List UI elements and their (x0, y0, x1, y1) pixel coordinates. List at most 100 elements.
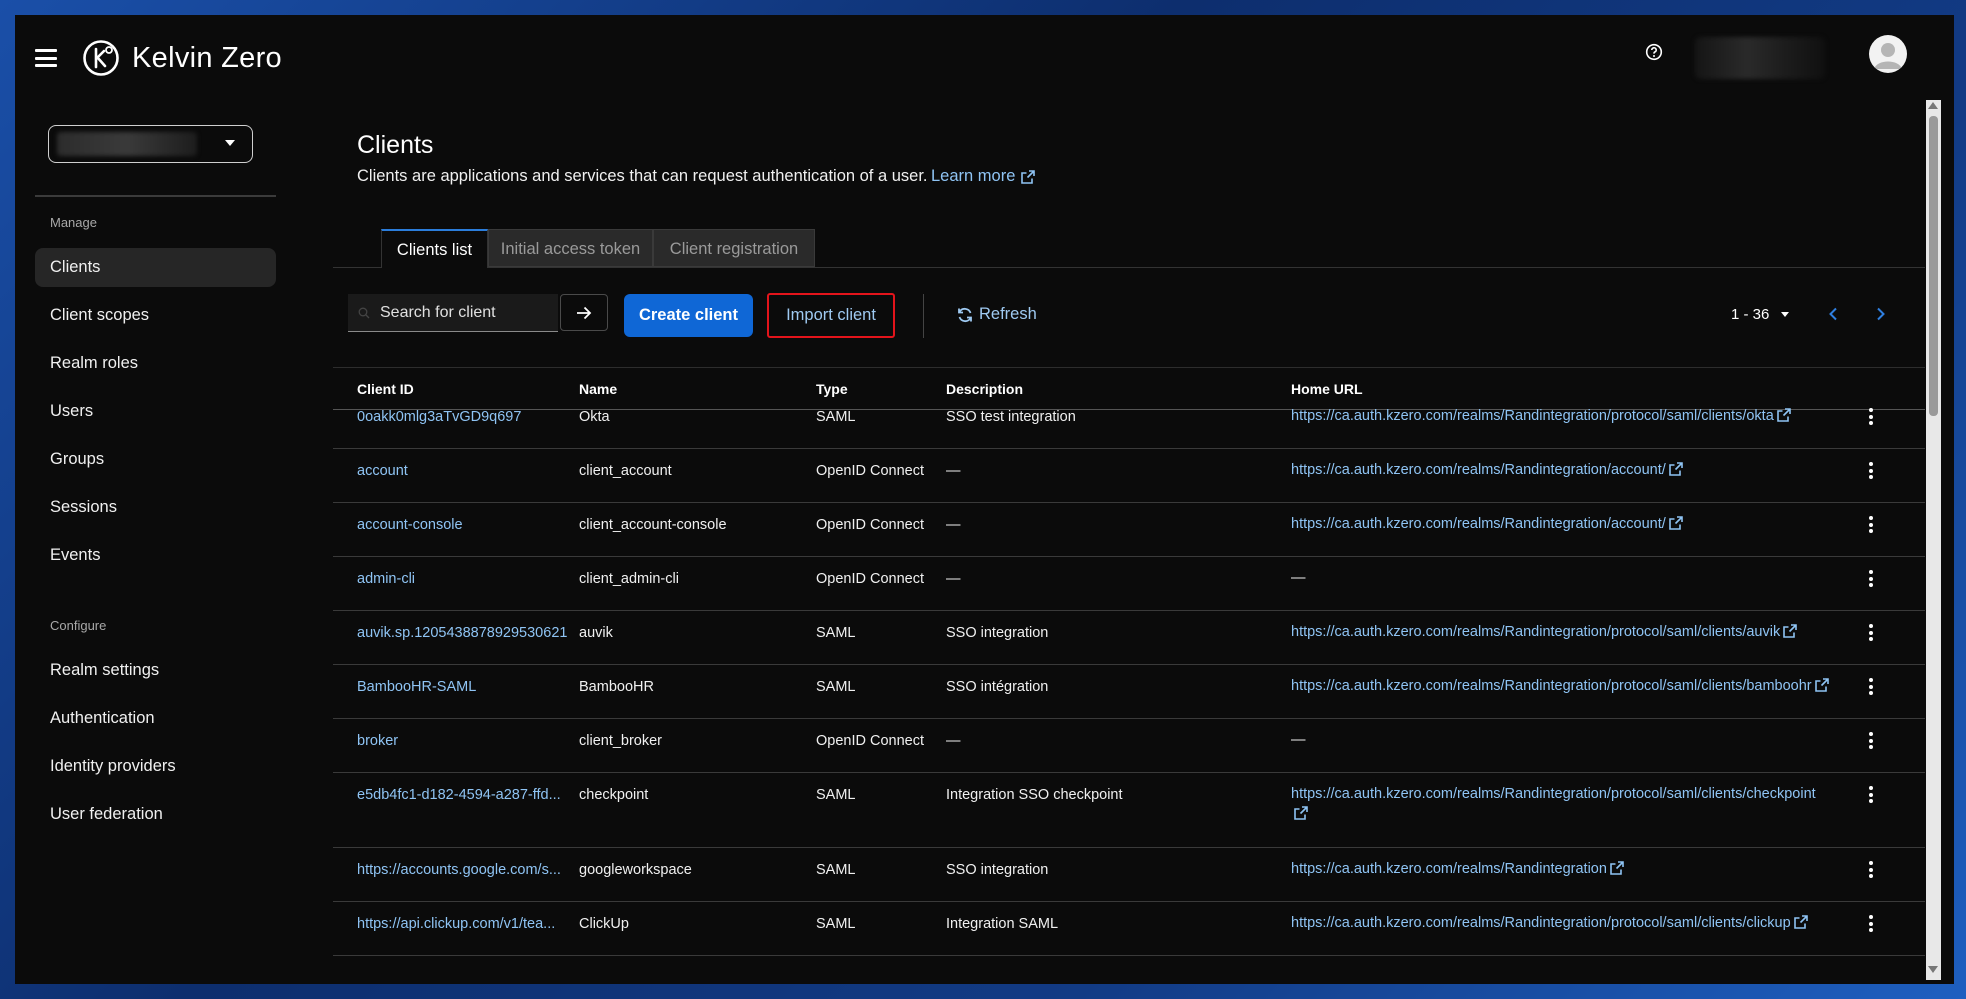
row-actions-kebab-icon[interactable] (1864, 786, 1878, 806)
sidebar-item-groups[interactable]: Groups (35, 440, 276, 479)
refresh-button[interactable]: Refresh (957, 305, 1037, 324)
row-actions-kebab-icon[interactable] (1864, 624, 1878, 644)
client-type: SAML (816, 625, 856, 641)
tab-initial-access-token[interactable]: Initial access token (488, 229, 653, 267)
row-actions-kebab-icon[interactable] (1864, 678, 1878, 698)
external-link-icon (1668, 462, 1683, 476)
pagination-dropdown[interactable]: 1 - 36 (1731, 306, 1790, 323)
table-top-border (333, 367, 1925, 368)
kelvin-zero-logo-icon (83, 40, 119, 76)
tab-clients-list[interactable]: Clients list (381, 229, 488, 268)
home-url-link[interactable]: https://ca.auth.kzero.com/realms/Randint… (1291, 676, 1831, 696)
help-icon[interactable] (1645, 43, 1663, 61)
client-name: client_account (579, 463, 672, 479)
scroll-down-arrow-icon[interactable] (1928, 966, 1938, 973)
sidebar-item-sessions[interactable]: Sessions (35, 488, 276, 527)
home-url-link[interactable]: https://ca.auth.kzero.com/realms/Randint… (1291, 406, 1831, 426)
menu-icon[interactable] (35, 49, 57, 67)
client-id-link[interactable]: e5db4fc1-d182-4594-a287-ffd... (357, 787, 561, 803)
client-type: OpenID Connect (816, 463, 925, 479)
home-url-link[interactable]: https://ca.auth.kzero.com/realms/Randint… (1291, 784, 1831, 824)
top-header: Kelvin Zero (15, 15, 1954, 105)
sidebar-item-identity-providers[interactable]: Identity providers (35, 747, 276, 786)
sidebar-item-realm-roles[interactable]: Realm roles (35, 344, 276, 383)
learn-more-link[interactable]: Learn more (931, 167, 1036, 186)
realm-selector[interactable] (48, 125, 253, 163)
home-url-text: https://ca.auth.kzero.com/realms/Randint… (1291, 786, 1816, 802)
client-id-link[interactable]: account (357, 463, 408, 479)
home-url-link[interactable]: https://ca.auth.kzero.com/realms/Randint… (1291, 622, 1831, 642)
avatar[interactable] (1869, 35, 1907, 73)
sidebar-item-user-federation[interactable]: User federation (35, 795, 276, 834)
home-url-text: https://ca.auth.kzero.com/realms/Randint… (1291, 462, 1666, 478)
external-link-icon (1668, 516, 1683, 530)
client-id-link[interactable]: admin-cli (357, 571, 415, 587)
realm-name-redacted (57, 132, 197, 156)
client-description: SSO test integration (946, 409, 1076, 425)
external-link-icon (1294, 806, 1308, 820)
row-actions-kebab-icon[interactable] (1864, 915, 1878, 935)
client-description: SSO integration (946, 625, 1049, 641)
client-name: checkpoint (579, 787, 649, 803)
row-actions-kebab-icon[interactable] (1864, 462, 1878, 482)
client-type: SAML (816, 409, 856, 425)
home-url-link[interactable]: https://ca.auth.kzero.com/realms/Randint… (1291, 460, 1831, 480)
home-url-text: https://ca.auth.kzero.com/realms/Randint… (1291, 408, 1774, 424)
row-actions-kebab-icon[interactable] (1864, 861, 1878, 881)
client-description: — (946, 571, 961, 587)
pagination-range: 1 - 36 (1731, 306, 1770, 323)
external-link-icon (1776, 408, 1791, 422)
external-link-icon (1793, 915, 1808, 929)
sidebar-item-authentication[interactable]: Authentication (35, 699, 276, 738)
home-url-link[interactable]: https://ca.auth.kzero.com/realms/Randint… (1291, 859, 1831, 879)
sidebar-item-realm-settings[interactable]: Realm settings (35, 651, 276, 690)
sidebar-item-clients[interactable]: Clients (35, 248, 276, 287)
client-name: client_account-console (579, 517, 727, 533)
app-logo[interactable]: Kelvin Zero (82, 39, 282, 77)
previous-page-button[interactable] (1828, 305, 1838, 326)
row-actions-kebab-icon[interactable] (1864, 408, 1878, 428)
client-id-link[interactable]: account-console (357, 517, 463, 533)
scroll-up-arrow-icon[interactable] (1928, 102, 1938, 109)
home-url-text: — (1291, 570, 1306, 586)
client-type: SAML (816, 862, 856, 878)
scrollbar-thumb[interactable] (1929, 116, 1938, 416)
row-actions-kebab-icon[interactable] (1864, 570, 1878, 590)
home-url-text: — (1291, 732, 1306, 748)
refresh-icon (958, 307, 972, 322)
table-row: BambooHR-SAML BambooHR SAML SSO intégration… (333, 665, 1925, 719)
home-url-link: — (1291, 730, 1831, 750)
home-url-link[interactable]: https://ca.auth.kzero.com/realms/Randint… (1291, 913, 1831, 933)
search-submit-button[interactable] (560, 294, 608, 331)
client-id-link[interactable]: 0oakk0mlg3aTvGD9q697 (357, 409, 521, 425)
client-id-link[interactable]: https://accounts.google.com/s... (357, 862, 561, 878)
app-name: Kelvin Zero (132, 41, 282, 74)
sidebar-item-users[interactable]: Users (35, 392, 276, 431)
next-page-button[interactable] (1876, 305, 1886, 326)
client-id-link[interactable]: auvik.sp.1205438878929530621 (357, 625, 567, 641)
tab-client-registration[interactable]: Client registration (653, 229, 815, 267)
page-description: Clients are applications and services th… (357, 167, 928, 185)
client-id-link[interactable]: BambooHR-SAML (357, 679, 476, 695)
import-client-button[interactable]: Import client (767, 293, 895, 338)
user-menu-toggle[interactable] (1695, 37, 1825, 79)
sidebar-section-manage: Manage (50, 215, 97, 230)
table-row: broker client_broker OpenID Connect — — (333, 719, 1925, 773)
client-name: ClickUp (579, 916, 629, 932)
create-client-button[interactable]: Create client (624, 294, 753, 337)
sidebar-item-client-scopes[interactable]: Client scopes (35, 296, 276, 335)
row-actions-kebab-icon[interactable] (1864, 732, 1878, 752)
chevron-right-icon (1877, 307, 1885, 321)
sidebar-item-events[interactable]: Events (35, 536, 276, 575)
client-id-link[interactable]: broker (357, 733, 398, 749)
chevron-down-icon (225, 140, 235, 146)
client-description: — (946, 517, 961, 533)
search-input[interactable] (378, 302, 552, 323)
external-link-icon (1610, 861, 1624, 875)
chevron-left-icon (1829, 307, 1837, 321)
client-id-link[interactable]: https://api.clickup.com/v1/tea... (357, 916, 555, 932)
search-field[interactable] (348, 294, 558, 332)
home-url-link[interactable]: https://ca.auth.kzero.com/realms/Randint… (1291, 514, 1831, 534)
page-title: Clients (357, 131, 434, 159)
row-actions-kebab-icon[interactable] (1864, 516, 1878, 536)
